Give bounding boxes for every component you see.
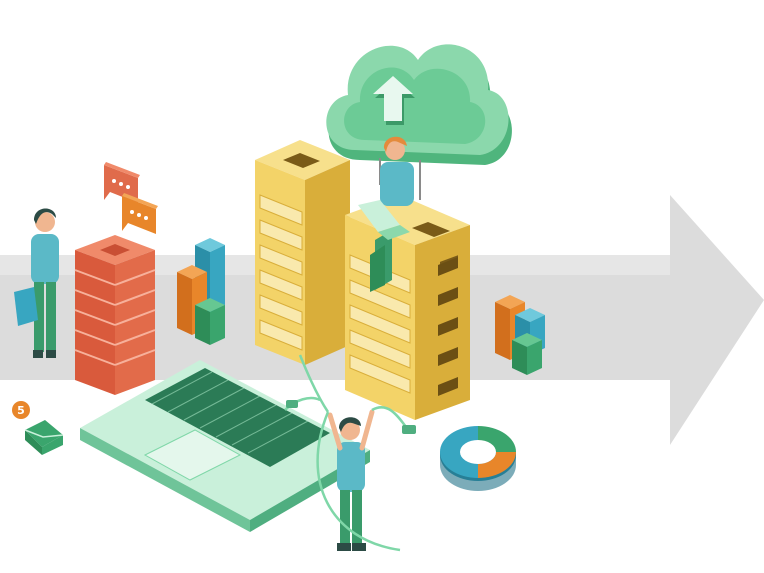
bar-chart-icon [177, 238, 225, 345]
mail-icon: 5 [12, 401, 64, 455]
cloud-transfer-illustration: 5 [0, 44, 764, 552]
cloud-upload-icon [326, 44, 512, 200]
chat-bubble-icon [104, 162, 158, 234]
server-rack-icon [345, 195, 470, 420]
pie-chart-icon [440, 426, 516, 491]
notification-badge-count: 5 [17, 404, 25, 417]
illustration-stage: 5 [0, 0, 764, 573]
server-rack-icon [255, 140, 350, 365]
server-rack-icon [74, 235, 156, 395]
tablet-icon [14, 287, 38, 326]
